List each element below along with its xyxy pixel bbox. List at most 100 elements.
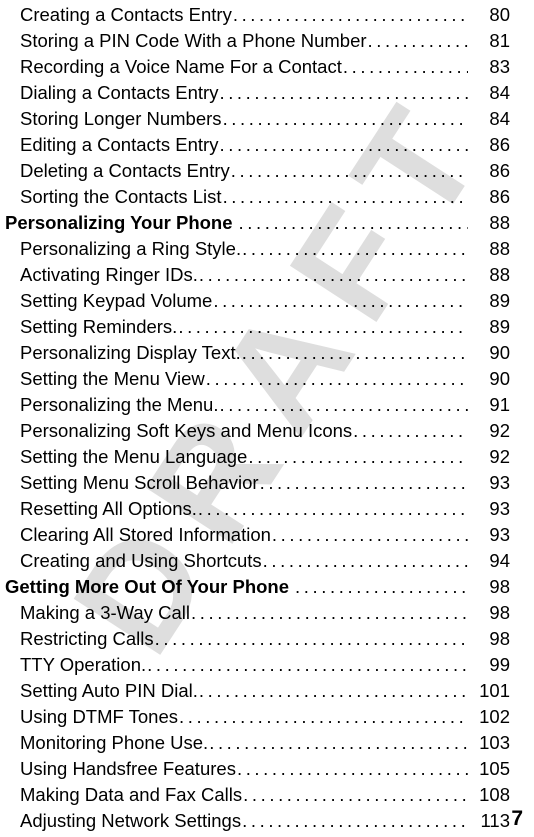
toc-dot-leader: ........................................… (271, 524, 468, 545)
toc-entry-page-number: 84 (489, 108, 510, 129)
toc-entry-page-number: 98 (489, 628, 510, 649)
toc-section-row[interactable]: Personalizing Your Phone................… (0, 210, 534, 236)
toc-entry-page-number: 86 (489, 134, 510, 155)
toc-dot-leader: ........................................… (259, 472, 468, 493)
toc-dot-leader: ........................................… (147, 654, 468, 675)
toc-entry-row[interactable]: Creating and Using Shortcuts............… (0, 548, 534, 574)
toc-entry-row[interactable]: Recording a Voice Name For a Contact....… (0, 54, 534, 80)
toc-entry-title: Dialing a Contacts Entry (20, 82, 219, 103)
toc-entry-row[interactable]: Clearing All Stored Information.........… (0, 522, 534, 548)
toc-dot-leader: ........................................… (178, 316, 468, 337)
toc-dot-leader: ........................................… (230, 160, 468, 181)
toc-entry-row[interactable]: Using Handsfree Features................… (0, 756, 534, 782)
toc-entry-row[interactable]: TTY Operation...........................… (0, 652, 534, 678)
toc-dot-leader: ........................................… (219, 82, 468, 103)
toc-dot-leader: ........................................… (178, 706, 468, 727)
toc-entry-row[interactable]: Creating a Contacts Entry...............… (0, 2, 534, 28)
toc-entry-title: Editing a Contacts Entry (20, 134, 219, 155)
toc-entry-page-number: 90 (489, 342, 510, 363)
toc-entry-page-number: 88 (489, 264, 510, 285)
toc-entry-row[interactable]: Personalizing the Menu..................… (0, 392, 534, 418)
toc-entry-title: Getting More Out Of Your Phone (5, 576, 290, 597)
toc-entry-page-number: 99 (489, 654, 510, 675)
toc-entry-page-number: 83 (489, 56, 510, 77)
toc-entry-row[interactable]: Resetting All Options...................… (0, 496, 534, 522)
toc-dot-leader: ........................................… (262, 550, 468, 571)
toc-entry-page-number: 105 (479, 758, 510, 779)
toc-dot-leader: ........................................… (353, 420, 468, 441)
toc-entry-page-number: 93 (489, 498, 510, 519)
toc-entry-title: Setting Auto PIN Dial. (20, 680, 198, 701)
toc-entry-page-number: 89 (489, 290, 510, 311)
toc-entry-row[interactable]: Setting Reminders.......................… (0, 314, 534, 340)
toc-entry-row[interactable]: Using DTMF Tones........................… (0, 704, 534, 730)
toc-entry-row[interactable]: Deleting a Contacts Entry...............… (0, 158, 534, 184)
page-number-folio: 7 (511, 807, 523, 830)
toc-entry-row[interactable]: Making a 3-Way Call.....................… (0, 600, 534, 626)
toc-entry-row[interactable]: Restricting Calls.......................… (0, 626, 534, 652)
toc-entry-title: Setting Menu Scroll Behavior (20, 472, 259, 493)
toc-entry-page-number: 88 (489, 212, 510, 233)
toc-entry-page-number: 89 (489, 316, 510, 337)
toc-dot-leader: ........................................… (219, 134, 468, 155)
toc-entry-title: Using DTMF Tones (20, 706, 178, 727)
toc-entry-row[interactable]: Setting the Menu View...................… (0, 366, 534, 392)
toc-entry-row[interactable]: Editing a Contacts Entry................… (0, 132, 534, 158)
toc-dot-leader: ........................................… (241, 342, 468, 363)
toc-dot-leader: ........................................… (242, 810, 468, 831)
toc-dot-leader: ........................................… (219, 394, 468, 415)
toc-entry-title: Setting Keypad Volume (20, 290, 213, 311)
toc-dot-leader: ........................................… (198, 680, 468, 701)
toc-entry-row[interactable]: Sorting the Contacts List...............… (0, 184, 534, 210)
toc-entry-title: Storing a PIN Code With a Phone Number (20, 30, 367, 51)
toc-entry-row[interactable]: Adjusting Network Settings..............… (0, 808, 534, 834)
toc-entry-row[interactable]: Setting Keypad Volume...................… (0, 288, 534, 314)
toc-entry-row[interactable]: Storing a PIN Code With a Phone Number..… (0, 28, 534, 54)
toc-entry-title: Adjusting Network Settings (20, 810, 242, 831)
toc-entry-title: Monitoring Phone Use. (20, 732, 209, 753)
toc-entry-row[interactable]: Setting the Menu Language...............… (0, 444, 534, 470)
toc-entry-page-number: 91 (489, 394, 510, 415)
toc-entry-page-number: 92 (489, 446, 510, 467)
toc-entry-page-number: 81 (489, 30, 510, 51)
toc-entry-row[interactable]: Monitoring Phone Use....................… (0, 730, 534, 756)
toc-entry-row[interactable]: Storing Longer Numbers..................… (0, 106, 534, 132)
toc-entry-title: Making a 3-Way Call (20, 602, 190, 623)
toc-entry-page-number: 88 (489, 238, 510, 259)
toc-entry-page-number: 84 (489, 82, 510, 103)
toc-page: DRAFT Creating a Contacts Entry.........… (0, 0, 534, 837)
toc-entry-title: Creating and Using Shortcuts (20, 550, 262, 571)
toc-entry-row[interactable]: Personalizing Soft Keys and Menu Icons..… (0, 418, 534, 444)
toc-dot-leader: ........................................… (248, 446, 468, 467)
toc-entry-row[interactable]: Setting Auto PIN Dial...................… (0, 678, 534, 704)
toc-entry-page-number: 103 (479, 732, 510, 753)
toc-dot-leader: ........................................… (190, 602, 468, 623)
toc-entry-row[interactable]: Personalizing a Ring Style..............… (0, 236, 534, 262)
toc-dot-leader: ........................................… (295, 576, 468, 597)
toc-entry-row[interactable]: Activating Ringer IDs...................… (0, 262, 534, 288)
toc-entry-row[interactable]: Setting Menu Scroll Behavior............… (0, 470, 534, 496)
toc-dot-leader: ........................................… (367, 30, 468, 51)
toc-section-row[interactable]: Getting More Out Of Your Phone..........… (0, 574, 534, 600)
toc-entry-page-number: 86 (489, 186, 510, 207)
toc-dot-leader: ........................................… (238, 212, 468, 233)
toc-entry-row[interactable]: Making Data and Fax Calls...............… (0, 782, 534, 808)
toc-dot-leader: ........................................… (222, 108, 468, 129)
toc-entry-title: Recording a Voice Name For a Contact (20, 56, 342, 77)
toc-entry-title: Clearing All Stored Information (20, 524, 271, 545)
toc-entry-title: Resetting All Options. (20, 498, 197, 519)
table-of-contents-list: Creating a Contacts Entry...............… (0, 0, 534, 834)
toc-dot-leader: ........................................… (232, 4, 468, 25)
toc-entry-title: Setting the Menu Language (20, 446, 248, 467)
toc-entry-title: Personalizing Your Phone (5, 212, 233, 233)
toc-entry-row[interactable]: Personalizing Display Text..............… (0, 340, 534, 366)
toc-entry-title: Restricting Calls (20, 628, 154, 649)
toc-dot-leader: ........................................… (213, 290, 468, 311)
toc-entry-title: Activating Ringer IDs. (20, 264, 198, 285)
toc-entry-page-number: 80 (489, 4, 510, 25)
toc-entry-page-number: 93 (489, 524, 510, 545)
toc-entry-page-number: 98 (489, 576, 510, 597)
toc-dot-leader: ........................................… (198, 264, 468, 285)
toc-entry-title: Deleting a Contacts Entry (20, 160, 230, 181)
toc-entry-row[interactable]: Dialing a Contacts Entry................… (0, 80, 534, 106)
